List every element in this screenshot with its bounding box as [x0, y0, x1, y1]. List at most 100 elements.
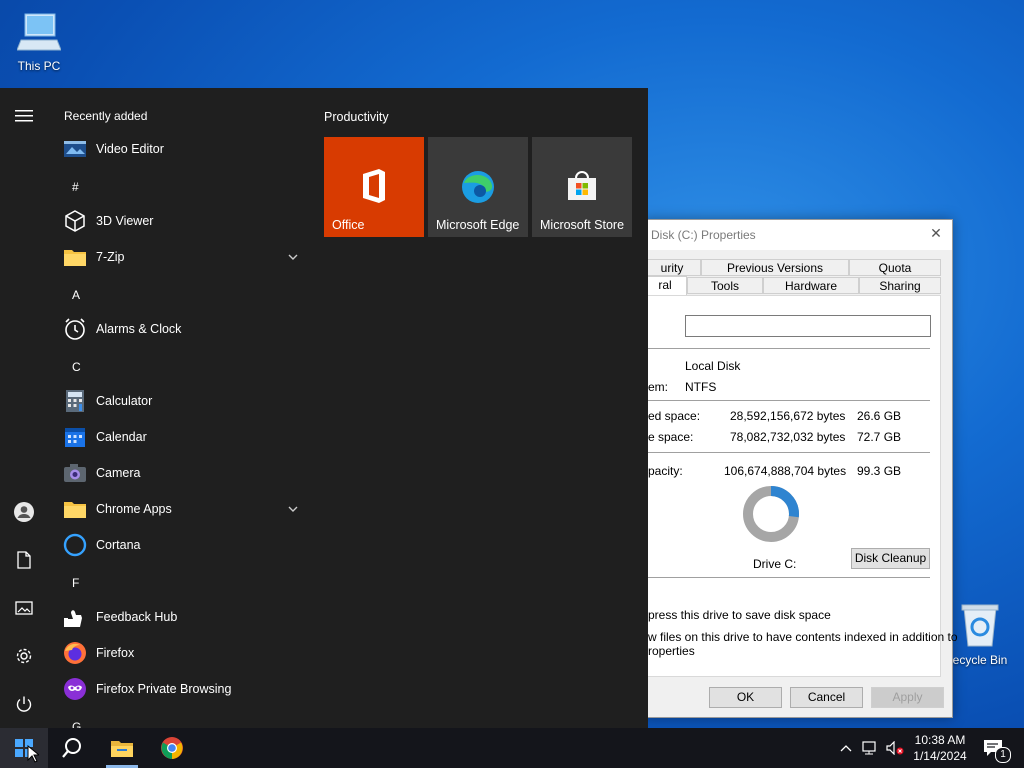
section-letter[interactable]: F — [72, 576, 79, 590]
properties-titlebar[interactable]: Disk (C:) Properties ✕ — [643, 220, 952, 250]
app-item-7-zip[interactable]: 7-Zip — [48, 240, 310, 274]
volume-muted-icon — [886, 741, 904, 755]
chevron-down-icon[interactable] — [286, 502, 300, 516]
app-name: Cortana — [96, 538, 141, 552]
app-item-calendar[interactable]: Calendar — [48, 420, 310, 454]
app-item-chrome-apps[interactable]: Chrome Apps — [48, 492, 310, 526]
tab-tools[interactable]: Tools — [687, 277, 763, 294]
calendar-icon — [63, 425, 87, 449]
recycle-bin-label: ecycle Bin — [952, 653, 1008, 667]
cancel-button[interactable]: Cancel — [790, 687, 863, 708]
cortana-icon — [63, 533, 87, 557]
capacity-gb: 99.3 GB — [857, 464, 902, 478]
settings-gear-icon[interactable] — [12, 644, 36, 668]
properties-title: Disk (C:) Properties — [651, 228, 756, 242]
disk-usage-donut — [743, 486, 799, 542]
chrome-button[interactable] — [148, 728, 196, 768]
compress-checkbox-label[interactable]: press this drive to save disk space — [648, 608, 831, 622]
folder-icon — [63, 497, 87, 521]
user-account-icon[interactable] — [12, 500, 36, 524]
index-checkbox-label[interactable]: w files on this drive to have contents i… — [648, 630, 958, 644]
tab-sharing[interactable]: Sharing — [859, 277, 941, 294]
pictures-icon[interactable] — [12, 596, 36, 620]
chevron-down-icon[interactable] — [286, 250, 300, 264]
file-explorer-button[interactable] — [98, 728, 146, 768]
folder-icon — [63, 245, 87, 269]
app-item-video-editor[interactable]: Video Editor — [48, 132, 310, 166]
this-pc-icon — [16, 13, 62, 51]
free-space-label: e space: — [648, 430, 694, 444]
3d-viewer-icon — [63, 209, 87, 233]
app-item-firefox[interactable]: Firefox — [48, 636, 310, 670]
clock-date: 1/14/2024 — [913, 749, 967, 763]
tab-previous-versions[interactable]: Previous Versions — [701, 259, 849, 276]
start-button[interactable] — [0, 728, 48, 768]
taskbar: 10:38 AM 1/14/2024 1 — [0, 728, 1024, 768]
this-pc-label: This PC — [17, 59, 61, 73]
volume-button[interactable] — [884, 728, 906, 768]
app-item-feedback-hub[interactable]: Feedback Hub — [48, 600, 310, 634]
app-item-3d-viewer[interactable]: 3D Viewer — [48, 204, 310, 238]
network-button[interactable] — [860, 728, 882, 768]
filesystem-value: NTFS — [685, 380, 717, 394]
tab-quota[interactable]: Quota — [849, 259, 941, 276]
section-letter[interactable]: C — [72, 360, 81, 374]
used-space-label: ed space: — [648, 409, 701, 423]
index-checkbox-label-2: roperties — [648, 644, 695, 658]
apply-button[interactable]: Apply — [871, 687, 944, 708]
tile-label: Office — [332, 218, 365, 232]
show-hidden-icons-button[interactable] — [838, 728, 854, 768]
section-letter[interactable]: A — [72, 288, 80, 302]
capacity-bytes: 106,674,888,704 bytes — [724, 464, 847, 478]
documents-icon[interactable] — [12, 548, 36, 572]
disk-cleanup-label: Disk Cleanup — [854, 551, 927, 565]
app-item-firefox-private[interactable]: Firefox Private Browsing — [48, 672, 310, 706]
tile-microsoft-edge[interactable]: Microsoft Edge — [428, 137, 528, 237]
clock-time: 10:38 AM — [914, 733, 966, 747]
desktop-icon-this-pc[interactable]: This PC — [1, 10, 77, 73]
app-name: Video Editor — [96, 142, 164, 156]
firefox-icon — [63, 641, 87, 665]
free-space-bytes: 78,082,732,032 bytes — [730, 430, 846, 444]
app-item-alarms-clock[interactable]: Alarms & Clock — [48, 312, 310, 346]
ok-button[interactable]: OK — [709, 687, 782, 708]
tile-office[interactable]: Office — [324, 137, 424, 237]
search-icon — [62, 738, 81, 758]
alarm-clock-icon — [63, 317, 87, 341]
section-letter[interactable]: # — [72, 180, 79, 194]
search-button[interactable] — [48, 728, 96, 768]
app-item-camera[interactable]: Camera — [48, 456, 310, 490]
app-name: Firefox Private Browsing — [96, 682, 232, 696]
tab-general[interactable]: ral — [643, 276, 687, 296]
tab-security[interactable]: urity — [643, 259, 701, 276]
tile-microsoft-store[interactable]: Microsoft Store — [532, 137, 632, 237]
close-icon[interactable]: ✕ — [928, 225, 944, 241]
hamburger-menu-icon[interactable] — [12, 104, 36, 128]
section-letter[interactable]: G — [72, 720, 81, 728]
power-icon[interactable] — [12, 692, 36, 716]
divider — [648, 577, 930, 578]
free-space-gb: 72.7 GB — [857, 430, 902, 444]
app-item-cortana[interactable]: Cortana — [48, 528, 310, 562]
app-name: Feedback Hub — [96, 610, 178, 624]
recycle-bin-icon — [961, 604, 999, 647]
app-name: Alarms & Clock — [96, 322, 182, 336]
action-center-button[interactable]: 1 — [978, 728, 1011, 768]
tab-label: Tools — [710, 279, 739, 293]
drive-type-value: Local Disk — [685, 359, 741, 373]
tab-label: Hardware — [784, 279, 838, 293]
drive-name-input[interactable] — [685, 315, 931, 337]
chrome-icon — [161, 737, 183, 759]
cancel-label: Cancel — [807, 690, 846, 704]
productivity-heading: Productivity — [324, 110, 389, 124]
clock-button[interactable]: 10:38 AM 1/14/2024 — [906, 728, 974, 768]
app-name: 7-Zip — [96, 250, 125, 264]
tab-hardware[interactable]: Hardware — [763, 277, 859, 294]
app-name: Calendar — [96, 430, 147, 444]
disk-cleanup-button[interactable]: Disk Cleanup — [851, 548, 930, 569]
app-item-calculator[interactable]: Calculator — [48, 384, 310, 418]
capacity-label: pacity: — [648, 464, 683, 478]
apply-label: Apply — [892, 690, 923, 704]
store-icon — [568, 171, 596, 200]
network-icon — [862, 741, 876, 755]
